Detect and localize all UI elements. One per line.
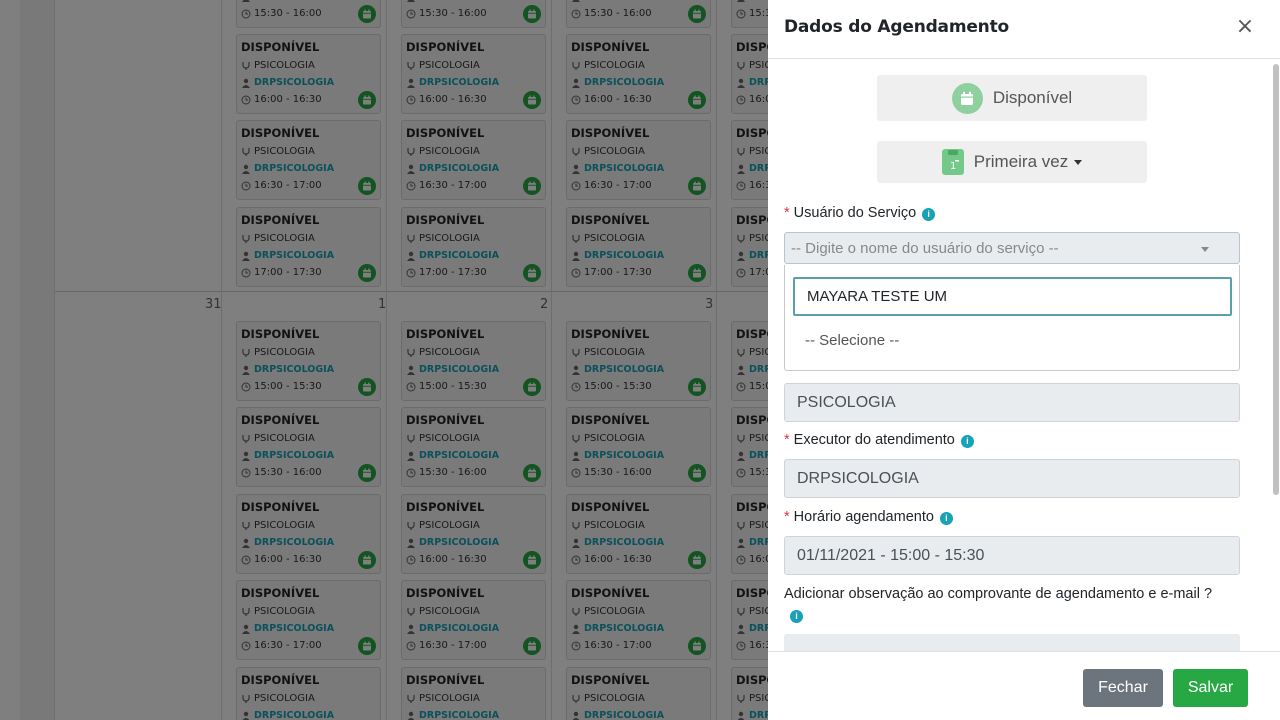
schedule-field: 01/11/2021 - 15:00 - 15:30 [784, 536, 1240, 575]
modal-footer: Fechar Salvar [768, 651, 1280, 720]
appointment-type-dropdown[interactable]: 1 Primeira vez [877, 141, 1147, 183]
schedule-modal: Dados do Agendamento × Disponível 1 Prim… [768, 0, 1280, 720]
close-icon[interactable]: × [1234, 16, 1256, 40]
save-button[interactable]: Salvar [1173, 669, 1248, 707]
info-icon[interactable]: i [939, 512, 953, 525]
user-field-label: * Usuário do Serviço i [784, 205, 936, 221]
status-button-label: Disponível [992, 88, 1073, 107]
appointment-type-label: Primeira vez [973, 152, 1069, 171]
modal-body: Disponível 1 Primeira vez * Usuário do Se… [768, 60, 1280, 651]
scrollbar[interactable] [1268, 62, 1280, 651]
observation-toggle-area[interactable] [784, 634, 1240, 651]
info-icon[interactable]: i [922, 208, 936, 221]
required-mark: * [784, 432, 790, 448]
user-search-input[interactable] [793, 277, 1232, 316]
required-mark: * [784, 205, 790, 221]
info-icon[interactable]: i [790, 610, 803, 623]
dropdown-option[interactable]: -- Selecione -- [805, 332, 899, 349]
modal-header: Dados do Agendamento × [768, 0, 1280, 59]
user-select-dropdown: -- Selecione -- [784, 265, 1240, 371]
status-button[interactable]: Disponível [877, 75, 1147, 121]
calendar-icon [951, 82, 983, 114]
user-field-label-text: Usuário do Serviço [793, 205, 917, 221]
user-select-placeholder: -- Digite o nome do usuário do serviço -… [791, 240, 1059, 257]
executor-field: DRPSICOLOGIA [784, 459, 1240, 498]
close-button[interactable]: Fechar [1083, 669, 1163, 707]
svg-text:1: 1 [950, 161, 956, 172]
schedule-label-text: Horário agendamento [793, 509, 934, 525]
executor-label: * Executor do atendimento i [784, 432, 974, 448]
modal-title: Dados do Agendamento [784, 17, 1009, 37]
specialty-field: PSICOLOGIA [784, 383, 1240, 422]
chevron-down-icon [1074, 159, 1083, 165]
user-select[interactable]: -- Digite o nome do usuário do serviço -… [784, 232, 1240, 264]
observation-label-text: Adicionar observação ao comprovante de a… [784, 586, 1213, 602]
clipboard-icon: 1 [941, 149, 964, 175]
schedule-label: * Horário agendamento i [784, 509, 953, 525]
chevron-down-icon [1201, 247, 1209, 252]
required-mark: * [784, 509, 790, 525]
info-icon[interactable]: i [960, 435, 974, 448]
scrollbar-thumb[interactable] [1273, 64, 1279, 495]
executor-label-text: Executor do atendimento [793, 432, 955, 448]
observation-label: Adicionar observação ao comprovante de a… [784, 584, 1224, 626]
